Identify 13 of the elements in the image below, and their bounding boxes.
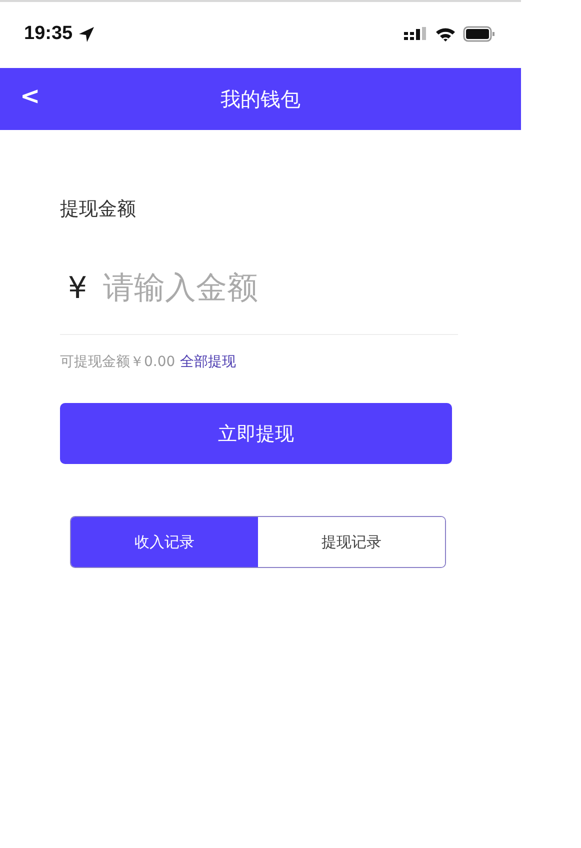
record-tab[interactable]: 收入记录 [71,517,258,567]
amount-label: 提现金额 [60,198,136,220]
back-button[interactable]: < [16,82,44,110]
location-arrow-icon [78,26,95,42]
wifi-icon [435,26,456,42]
signal-icon [404,27,428,41]
page-title: 我的钱包 [220,86,300,113]
available-balance: 可提现金额￥0.00 [60,353,176,371]
withdraw-all-link[interactable]: 全部提现 [180,353,236,371]
status-time: 19:35 [24,23,73,45]
withdraw-button[interactable]: 立即提现 [60,403,452,464]
currency-symbol: ¥ [67,270,88,306]
battery-icon [463,26,495,42]
